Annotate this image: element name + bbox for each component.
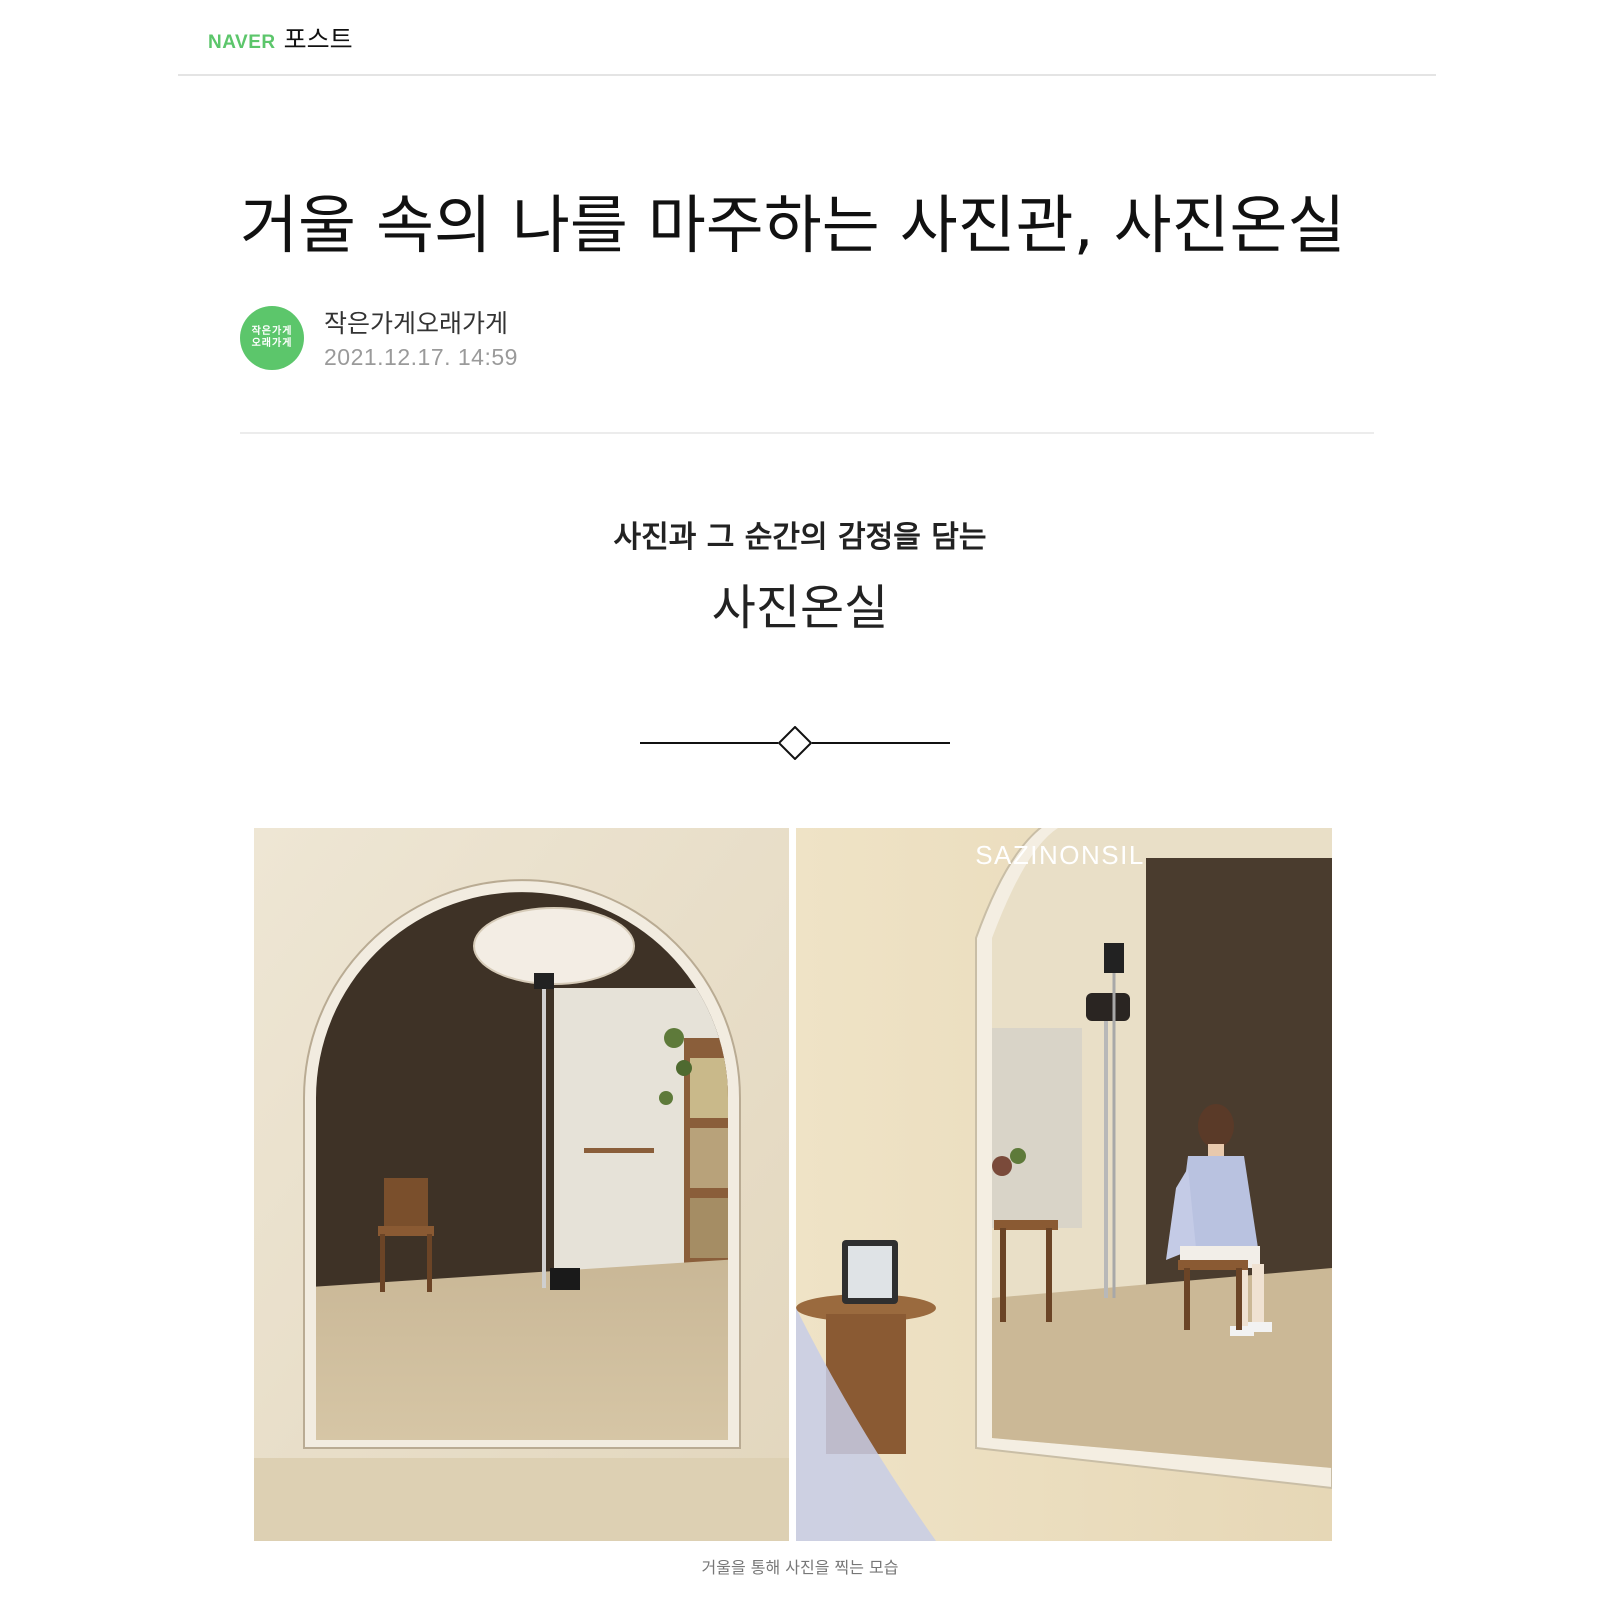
studio-name: 사진온실 [711,580,889,636]
publish-date: 2021.12.17. 14:59 [324,344,518,370]
photo-caption: 거울을 통해 사진을 찍는 모습 [701,1558,899,1577]
author-avatar[interactable]: 작은가게 오래가게 [240,306,304,370]
article-title: 거울 속의 나를 마주하는 사진관, 사진온실 [240,189,1346,262]
studio-arch-photo[interactable] [254,828,789,1541]
diamond-divider-icon [640,726,950,760]
top-bar: NAVER 포스트 [178,0,1436,76]
author-name[interactable]: 작은가게오래가게 [324,304,508,340]
naver-logo-text: NAVER [208,32,276,53]
avatar-text: 작은가게 오래가게 [251,326,293,349]
naver-post-logo[interactable]: NAVER 포스트 [208,20,353,56]
photo-watermark: SAZINONSIL [975,840,1145,870]
post-section-label: 포스트 [283,25,353,54]
section-subheading: 사진과 그 순간의 감정을 담는 [613,520,987,555]
header-divider [240,432,1374,434]
mirror-portrait-photo[interactable]: SAZINONSIL [796,828,1332,1541]
